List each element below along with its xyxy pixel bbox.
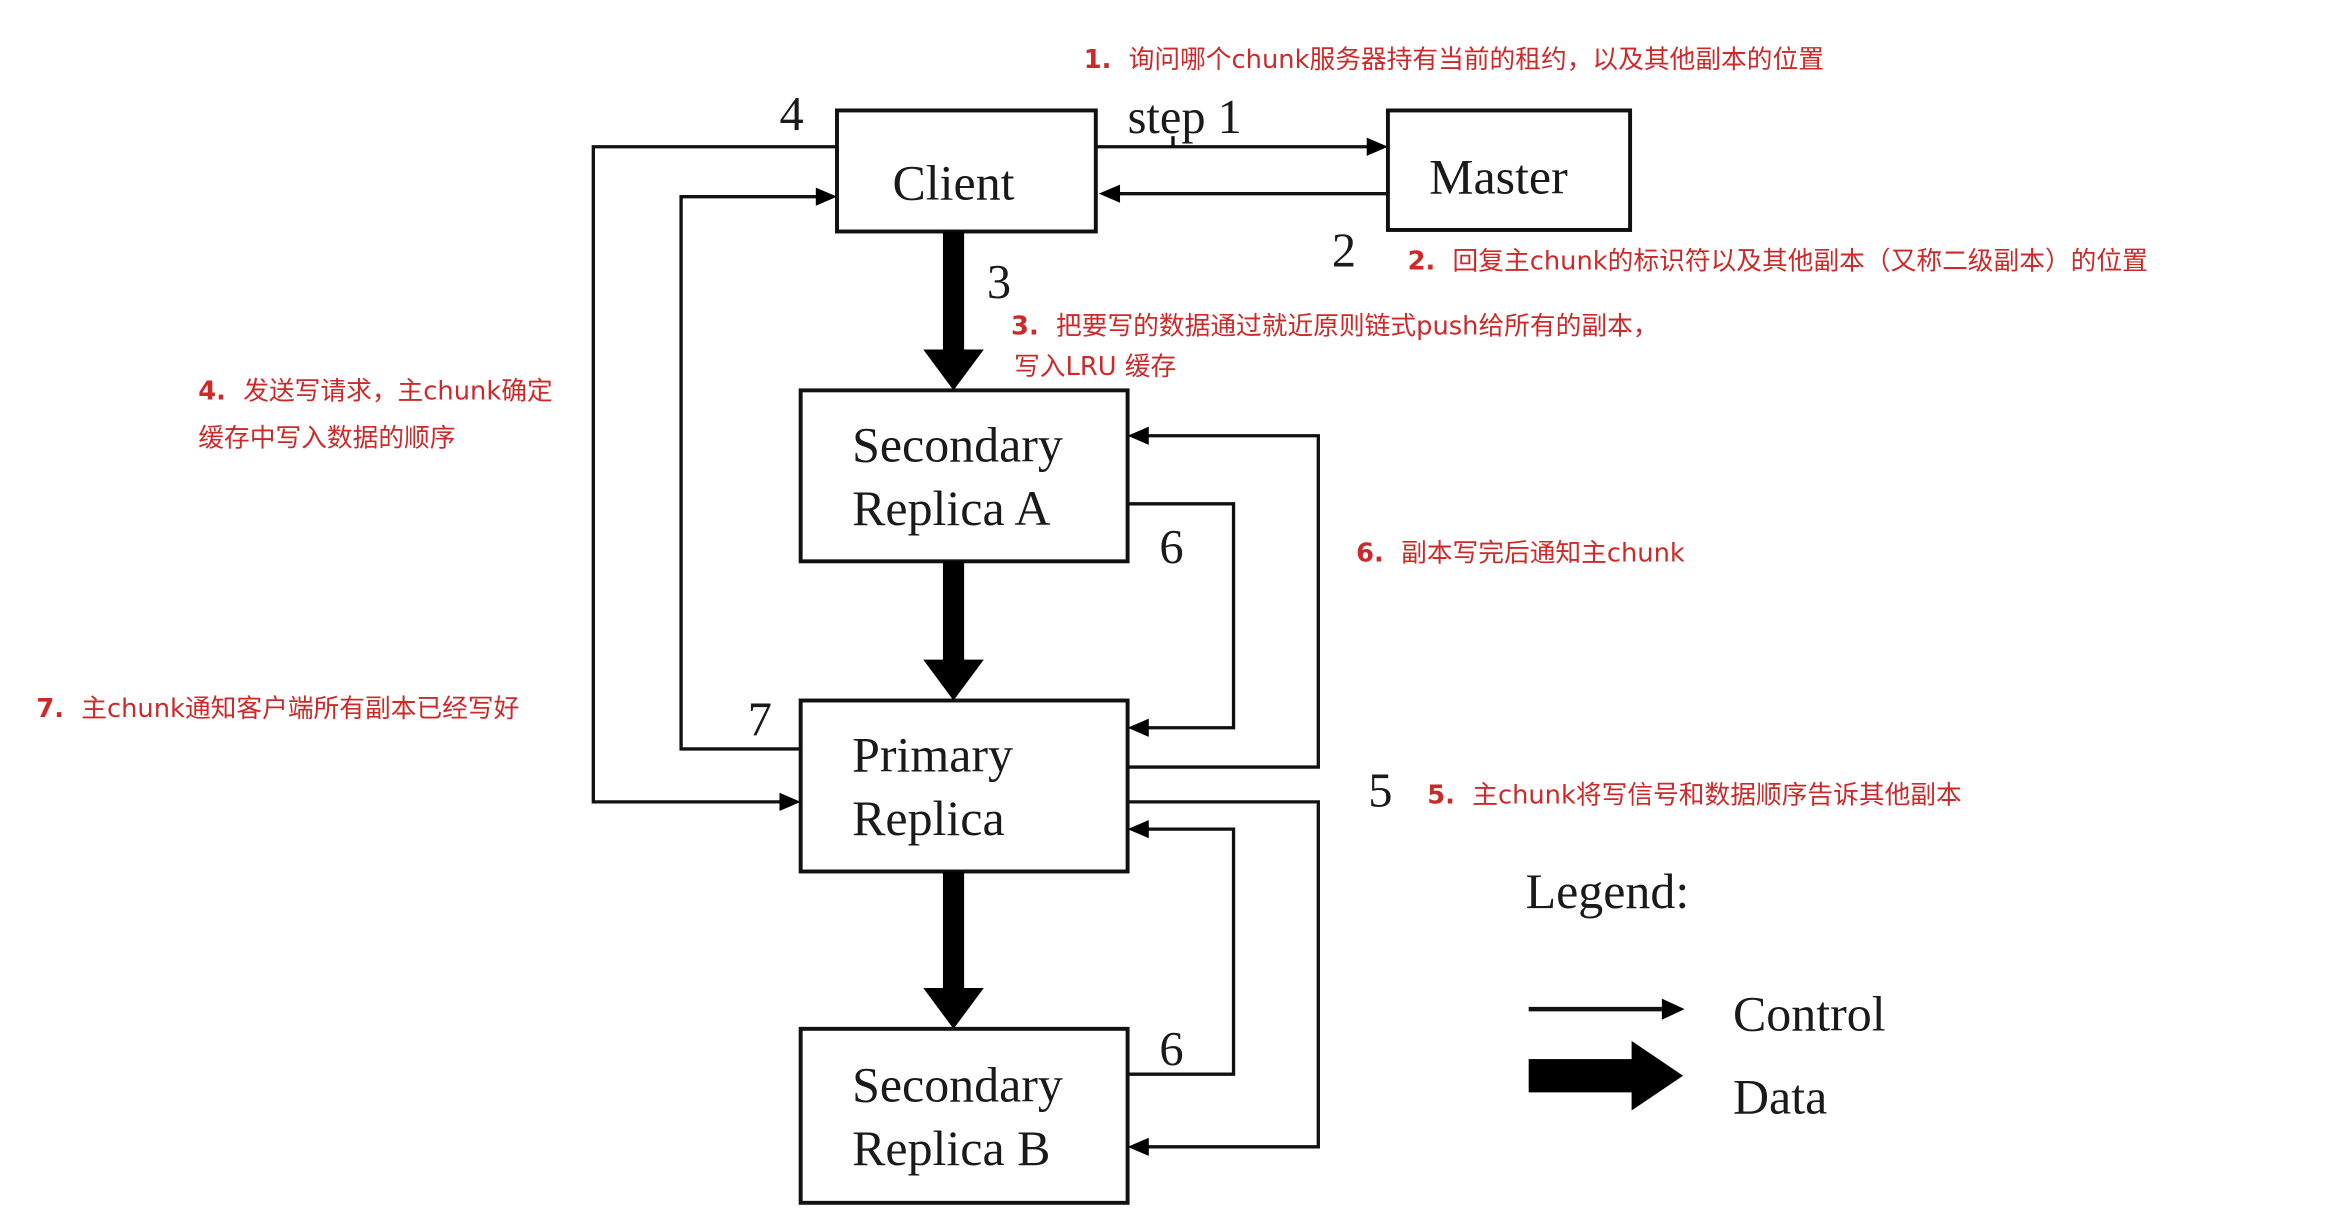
secondary-b-label-line2: Replica B: [852, 1121, 1050, 1176]
primary-label-line2: Replica: [852, 791, 1005, 846]
legend: Legend: Control Data: [1526, 864, 1886, 1125]
arrowhead-icon: [779, 792, 801, 811]
secondary-b-box: [798, 1026, 1130, 1205]
step2-label: 2: [1332, 224, 1356, 277]
svg-text:7. 主chunk通知客户端所有副本已经写好: 7. 主chunk通知客户端所有副本已经写好: [36, 694, 519, 724]
secondary-a-label-line1: Secondary: [852, 417, 1063, 472]
annotation-step1: 1. 询问哪个chunk服务器持有当前的租约，以及其他副本的位置: [1084, 45, 1824, 75]
legend-title: Legend:: [1526, 864, 1690, 919]
annotation-step4-text-line2: 缓存中写入数据的顺序: [198, 423, 455, 453]
node-master: Master: [1385, 108, 1633, 232]
annotation-step6-text: 副本写完后通知主chunk: [1401, 538, 1685, 568]
legend-data-shaft: [1528, 1059, 1635, 1093]
annotation-step2-number: 2.: [1408, 246, 1436, 276]
annotation-step6: 6. 副本写完后通知主chunk: [1356, 538, 1685, 568]
annotation-step1-text: 询问哪个chunk服务器持有当前的租约，以及其他副本的位置: [1129, 45, 1824, 75]
step1-label: step 1: [1128, 91, 1242, 144]
step7-label: 7: [748, 693, 772, 746]
edge-step5-primary-to-secondary-a: [1127, 426, 1320, 769]
secondary-b-label-line1: Secondary: [852, 1057, 1063, 1112]
arrowhead-icon: [1366, 137, 1388, 156]
annotation-step3: 3. 把要写的数据通过就近原则链式push给所有的副本， 写入LRU 缓存: [1011, 311, 1658, 382]
arrowhead-icon: [1127, 820, 1149, 839]
annotation-step1-number: 1.: [1084, 45, 1112, 75]
data-arrowhead-icon: [923, 349, 984, 391]
annotation-step2: 2. 回复主chunk的标识符以及其他副本（又称二级副本）的位置: [1408, 246, 2148, 276]
annotation-step7: 7. 主chunk通知客户端所有副本已经写好: [36, 694, 519, 724]
annotation-step7-number: 7.: [36, 694, 64, 724]
client-label: Client: [893, 156, 1015, 211]
node-primary: Primary Replica: [798, 698, 1130, 874]
legend-data-label: Data: [1733, 1070, 1827, 1125]
legend-control-arrow-icon: [1661, 998, 1685, 1020]
step6-b-label: 6: [1159, 1023, 1183, 1076]
annotation-step3-text-line2: 写入LRU 缓存: [1014, 352, 1176, 382]
data-arrowhead-icon: [923, 659, 984, 701]
node-secondary-b: Secondary Replica B: [798, 1026, 1130, 1205]
secondary-a-label-line2: Replica A: [852, 481, 1050, 536]
edge-step3-client-to-secondary-a: [923, 231, 984, 391]
annotation-step7-text: 主chunk通知客户端所有副本已经写好: [81, 694, 519, 724]
legend-data-arrow-icon: [1631, 1040, 1684, 1111]
step3-label: 3: [987, 256, 1011, 309]
arrowhead-icon: [1127, 1137, 1149, 1156]
edge-step5-primary-to-secondary-b: [1127, 800, 1320, 1156]
svg-text:6. 副本写完后通知主chunk: 6. 副本写完后通知主chunk: [1356, 538, 1685, 568]
annotation-step6-number: 6.: [1356, 538, 1384, 568]
arrowhead-icon: [1127, 426, 1149, 445]
annotation-step5-number: 5.: [1427, 780, 1455, 810]
svg-text:4. 发送写请求，主chunk确定: 4. 发送写请求，主chunk确定: [198, 376, 552, 406]
annotation-step4-number: 4.: [198, 376, 226, 406]
step5-label: 5: [1368, 764, 1392, 817]
annotation-step4-text-line1: 发送写请求，主chunk确定: [243, 376, 552, 406]
primary-label-line1: Primary: [852, 728, 1013, 783]
svg-text:1. 询问哪个chunk服务器持有当前的租约，以: 1. 询问哪个chunk服务器持有当前的租约，以及其他副本的位置: [1084, 45, 1824, 75]
arrowhead-icon: [1098, 184, 1121, 203]
edge-step3-primary-to-secondary-b: [923, 871, 984, 1029]
annotation-step5-text: 主chunk将写信号和数据顺序告诉其他副本: [1472, 780, 1962, 810]
annotation-step3-text-line1: 把要写的数据通过就近原则链式push给所有的副本，: [1056, 311, 1659, 341]
arrowhead-icon: [1127, 718, 1149, 737]
annotation-step3-number: 3.: [1011, 311, 1039, 341]
data-arrowhead-icon: [923, 987, 984, 1029]
svg-text:2. 回复主chunk的标识符以及其他副本（又称: 2. 回复主chunk的标识符以及其他副本（又称二级副本）的位置: [1408, 246, 2148, 276]
master-label: Master: [1429, 150, 1568, 205]
annotation-step5: 5. 主chunk将写信号和数据顺序告诉其他副本: [1427, 780, 1961, 810]
svg-text:5. 主chunk将写信号和数据顺序告诉其他副本: 5. 主chunk将写信号和数据顺序告诉其他副本: [1427, 780, 1961, 810]
step4-label: 4: [779, 88, 803, 141]
node-secondary-a: Secondary Replica A: [798, 388, 1130, 564]
step6-a-label: 6: [1159, 521, 1183, 574]
svg-text:3. 把要写的数据通过就近原则链式push给所有: 3. 把要写的数据通过就近原则链式push给所有的副本，: [1011, 311, 1658, 341]
gfs-write-flow-diagram: Client Master Secondary Replica A Primar…: [36, 45, 2148, 1205]
legend-control-label: Control: [1733, 986, 1886, 1041]
annotation-step2-text: 回复主chunk的标识符以及其他副本（又称二级副本）的位置: [1453, 246, 2148, 276]
edge-step3-secondary-a-to-primary: [923, 561, 984, 701]
arrowhead-icon: [815, 187, 837, 206]
node-client: Client: [835, 108, 1098, 234]
annotation-step4: 4. 发送写请求，主chunk确定 缓存中写入数据的顺序: [198, 376, 552, 453]
edge-step2-master-to-client: [1098, 184, 1388, 203]
